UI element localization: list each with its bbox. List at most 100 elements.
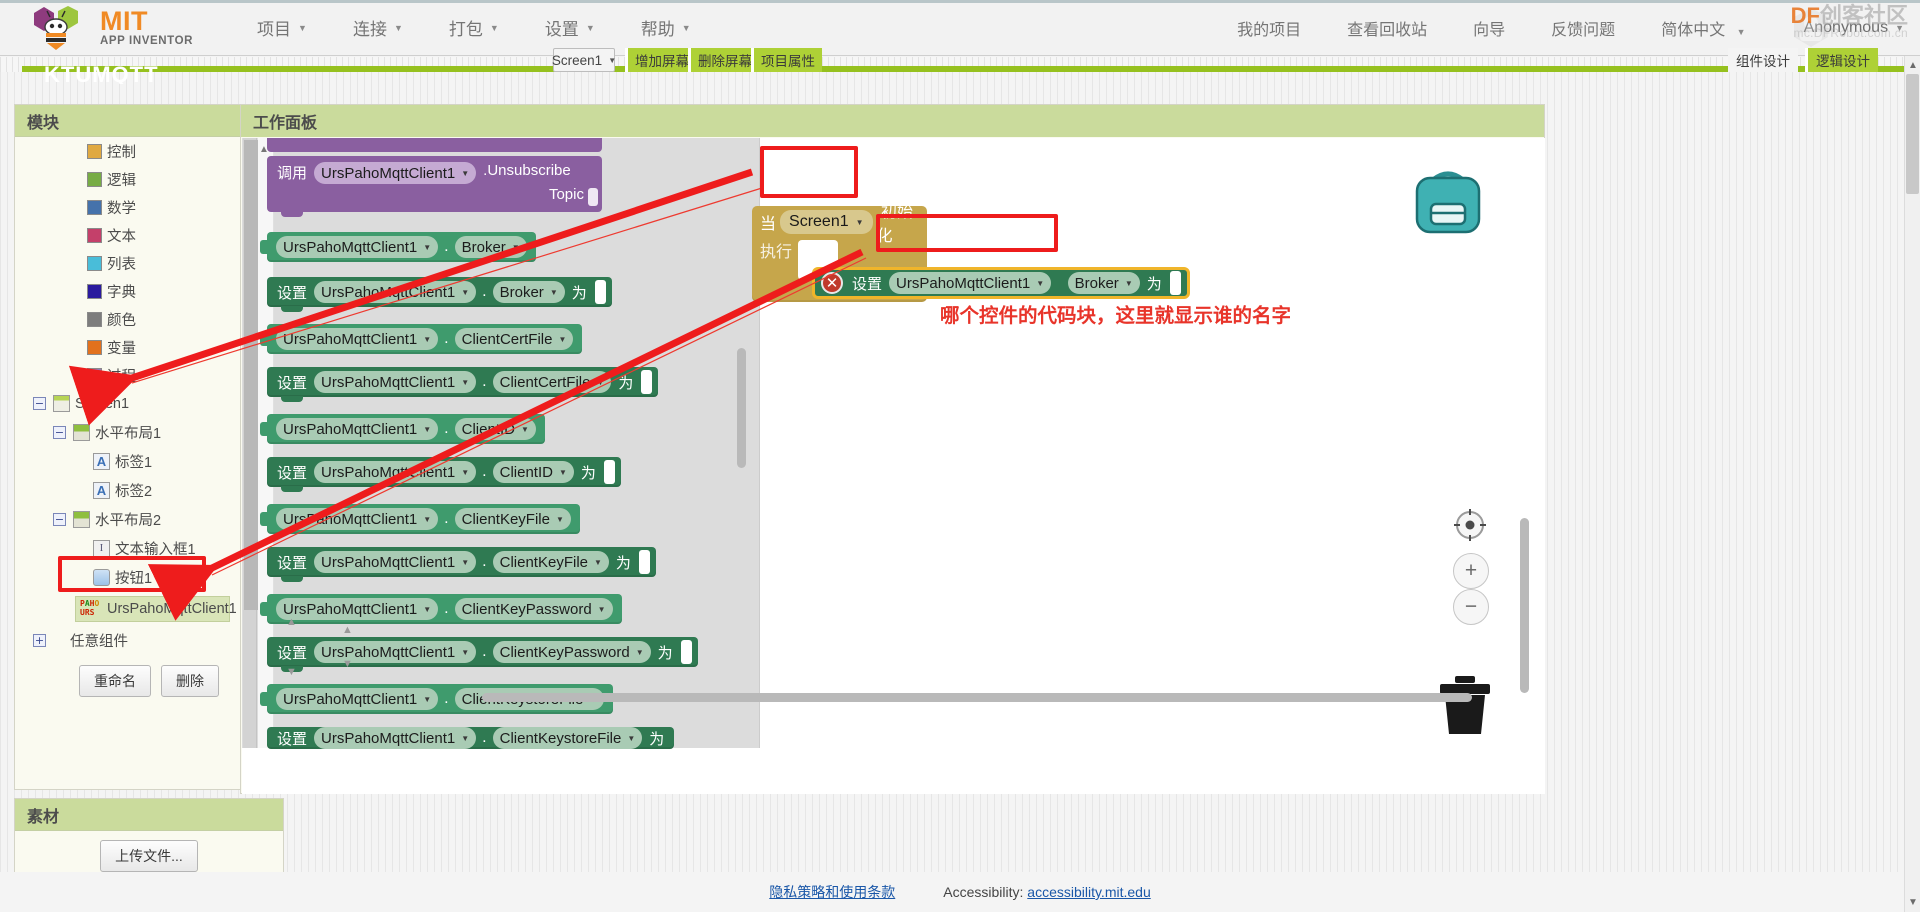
block-component-field[interactable]: UrsPahoMqttClient1 ▼ — [314, 551, 477, 573]
center-workspace-button[interactable] — [1453, 508, 1487, 542]
block-component-field[interactable]: UrsPahoMqttClient1 ▼ — [276, 508, 439, 530]
block-component-field[interactable]: Screen1 ▼ — [780, 210, 873, 234]
menu-build[interactable]: 打包 ▼ — [449, 15, 499, 40]
block-arg-socket[interactable] — [588, 188, 598, 206]
menu-settings[interactable]: 设置 ▼ — [545, 15, 595, 40]
block-member-label: ClientCertFile — [499, 373, 591, 391]
flyout-block-get-clientcertfile[interactable]: UrsPahoMqttClient1 ▼ . ClientCertFile ▼ — [260, 324, 583, 354]
block-component-field[interactable]: UrsPahoMqttClient1 ▼ — [276, 236, 439, 258]
block-do-label: 执行 — [760, 244, 793, 261]
link-my-projects[interactable]: 我的项目 — [1237, 16, 1301, 40]
flyout-block-set-clientcertfile[interactable]: 设置 UrsPahoMqttClient1 ▼ . ClientCertFile… — [267, 367, 659, 402]
menu-project[interactable]: 项目 ▼ — [257, 15, 307, 40]
flyout-block-set-clientkeystorefile[interactable]: 设置 UrsPahoMqttClient1 ▼ . ClientKeystore… — [267, 727, 675, 749]
menu-connect[interactable]: 连接 ▼ — [353, 15, 403, 40]
scroll-up-icon[interactable]: ▲ — [1908, 60, 1918, 71]
trash-can-icon[interactable] — [1437, 674, 1493, 736]
scroll-down-icon[interactable]: ▼ — [1908, 897, 1918, 908]
block-component-field[interactable]: UrsPahoMqttClient1 ▼ — [276, 688, 439, 710]
block-member-field[interactable]: Broker ▼ — [1067, 272, 1140, 294]
block-member-field[interactable]: ClientCertFile ▼ — [492, 371, 612, 393]
block-member-field[interactable]: Broker ▼ — [454, 236, 527, 258]
flyout-block-partial-top[interactable] — [267, 138, 602, 152]
flyout-block-set-clientkeypassword[interactable]: 设置 UrsPahoMqttClient1 ▼ . ClientKeyPassw… — [267, 637, 698, 672]
link-view-trash[interactable]: 查看回收站 — [1347, 16, 1427, 40]
block-member-field[interactable]: ClientKeyPassword ▼ — [454, 598, 613, 620]
block-to-label: 为 — [657, 644, 673, 662]
block-member-field[interactable]: ClientCertFile ▼ — [454, 328, 574, 350]
mit-app-inventor-logo[interactable]: MIT APP INVENTOR — [28, 5, 193, 51]
error-icon[interactable]: ✕ — [821, 272, 843, 294]
flyout-block-call-unsubscribe[interactable]: 调用 UrsPahoMqttClient1 ▼ .Unsubscribe Top… — [267, 156, 602, 217]
expand-expander-icon[interactable]: + — [33, 634, 46, 647]
block-component-field[interactable]: UrsPahoMqttClient1 ▼ — [314, 641, 477, 663]
flyout-block-set-clientkeyfile[interactable]: 设置 UrsPahoMqttClient1 ▼ . ClientKeyFile … — [267, 547, 656, 582]
zoom-out-button[interactable]: − — [1453, 589, 1489, 625]
block-component-field[interactable]: UrsPahoMqttClient1 ▼ — [314, 162, 477, 184]
menu-help[interactable]: 帮助 ▼ — [641, 15, 691, 40]
block-value-socket[interactable] — [680, 640, 692, 664]
block-member-field[interactable]: Broker ▼ — [492, 281, 565, 303]
remove-screen-button[interactable]: 删除屏幕 — [688, 48, 759, 72]
tab-blocks[interactable]: 逻辑设计 — [1805, 48, 1878, 72]
flyout-down-arrow-icon[interactable]: ▼ — [286, 666, 297, 678]
block-component-field[interactable]: UrsPahoMqttClient1 ▼ — [276, 598, 439, 620]
flyout-block-set-clientid[interactable]: 设置 UrsPahoMqttClient1 ▼ . ClientID ▼ 为 — [267, 457, 621, 492]
block-value-socket[interactable] — [1169, 271, 1181, 295]
flyout-block-get-clientkeyfile[interactable]: UrsPahoMqttClient1 ▼ . ClientKeyFile ▼ — [260, 504, 580, 534]
block-member-field[interactable]: ClientKeystoreFile ▼ — [492, 727, 643, 749]
block-component-label: UrsPahoMqttClient1 — [321, 373, 456, 391]
block-value-socket[interactable] — [603, 460, 615, 484]
block-component-field[interactable]: UrsPahoMqttClient1 ▼ — [314, 371, 477, 393]
collapse-expander-icon[interactable]: − — [53, 513, 66, 526]
backpack-icon[interactable] — [1409, 166, 1487, 238]
user-account-menu[interactable]: Anonymous ▼ — [1788, 5, 1904, 51]
flyout-block-get-broker[interactable]: UrsPahoMqttClient1 ▼ . Broker ▼ — [260, 232, 536, 262]
blocks-canvas[interactable]: ▲ 调用 UrsPahoMqttClient1 ▼ .Unsubscribe T… — [242, 138, 1545, 794]
block-component-label: UrsPahoMqttClient1 — [283, 420, 418, 438]
block-component-field[interactable]: UrsPahoMqttClient1 ▼ — [314, 281, 477, 303]
zoom-in-button[interactable]: + — [1453, 553, 1489, 589]
link-guide[interactable]: 向导 — [1473, 16, 1505, 40]
privacy-terms-link[interactable]: 隐私策略和使用条款 — [769, 882, 895, 902]
rename-button[interactable]: 重命名 — [79, 665, 151, 697]
block-member-field[interactable]: ClientKeyPassword ▼ — [492, 641, 651, 663]
chevron-down-icon: ▼ — [461, 287, 470, 297]
workspace-vertical-scrollbar[interactable] — [1520, 518, 1529, 693]
page-scrollbar[interactable]: ▲ ▼ — [1904, 56, 1920, 912]
workspace-horizontal-scrollbar[interactable] — [482, 693, 1472, 702]
block-member-field[interactable]: ClientKeyFile ▼ — [492, 551, 609, 573]
flyout-block-get-clientkeypassword[interactable]: UrsPahoMqttClient1 ▼ . ClientKeyPassword… — [260, 594, 622, 624]
block-value-socket[interactable] — [594, 280, 606, 304]
flyout-up-arrow-icon[interactable]: ▲ — [342, 624, 353, 636]
language-selector[interactable]: 简体中文 ▼ — [1661, 16, 1745, 40]
add-screen-button[interactable]: 增加屏幕 — [625, 48, 696, 72]
page-scroll-thumb[interactable] — [1906, 74, 1919, 194]
collapse-expander-icon[interactable]: − — [33, 397, 46, 410]
link-report-issue[interactable]: 反馈问题 — [1551, 16, 1615, 40]
block-component-field[interactable]: UrsPahoMqttClient1 ▼ — [276, 328, 439, 350]
block-component-field[interactable]: UrsPahoMqttClient1 ▼ — [314, 727, 477, 749]
flyout-block-set-broker[interactable]: 设置 UrsPahoMqttClient1 ▼ . Broker ▼ 为 — [267, 277, 612, 312]
block-component-field[interactable]: UrsPahoMqttClient1 ▼ — [276, 418, 439, 440]
block-bottom-notch — [281, 306, 303, 312]
block-set-urspahomqttclient1-broker[interactable]: ✕ 设置 UrsPahoMqttClient1 ▼ Broker ▼ 为 — [812, 267, 1190, 299]
block-component-field[interactable]: UrsPahoMqttClient1 ▼ — [314, 461, 477, 483]
block-member-field[interactable]: ClientID ▼ — [454, 418, 536, 440]
block-component-field[interactable]: UrsPahoMqttClient1 ▼ — [889, 272, 1052, 294]
flyout-block-get-clientid[interactable]: UrsPahoMqttClient1 ▼ . ClientID ▼ — [260, 414, 545, 444]
screen-selector[interactable]: Screen1 ▼ — [552, 48, 616, 72]
flyout-down-arrow-icon[interactable]: ▼ — [342, 658, 353, 670]
delete-button[interactable]: 删除 — [161, 665, 219, 697]
collapse-expander-icon[interactable]: − — [53, 426, 66, 439]
tab-designer[interactable]: 组件设计 — [1728, 48, 1798, 72]
flyout-up-arrow-icon[interactable]: ▲ — [286, 616, 297, 628]
accessibility-link[interactable]: accessibility.mit.edu — [1027, 884, 1150, 900]
tree-item-urspahomqttclient1[interactable]: PAHO URS UrsPahoMqttClient1 — [75, 596, 237, 622]
block-member-field[interactable]: ClientID ▼ — [492, 461, 574, 483]
project-properties-button[interactable]: 项目属性 — [751, 48, 822, 72]
upload-file-button[interactable]: 上传文件... — [100, 840, 198, 872]
block-value-socket[interactable] — [641, 370, 653, 394]
block-member-field[interactable]: ClientKeyFile ▼ — [454, 508, 571, 530]
block-value-socket[interactable] — [638, 550, 650, 574]
